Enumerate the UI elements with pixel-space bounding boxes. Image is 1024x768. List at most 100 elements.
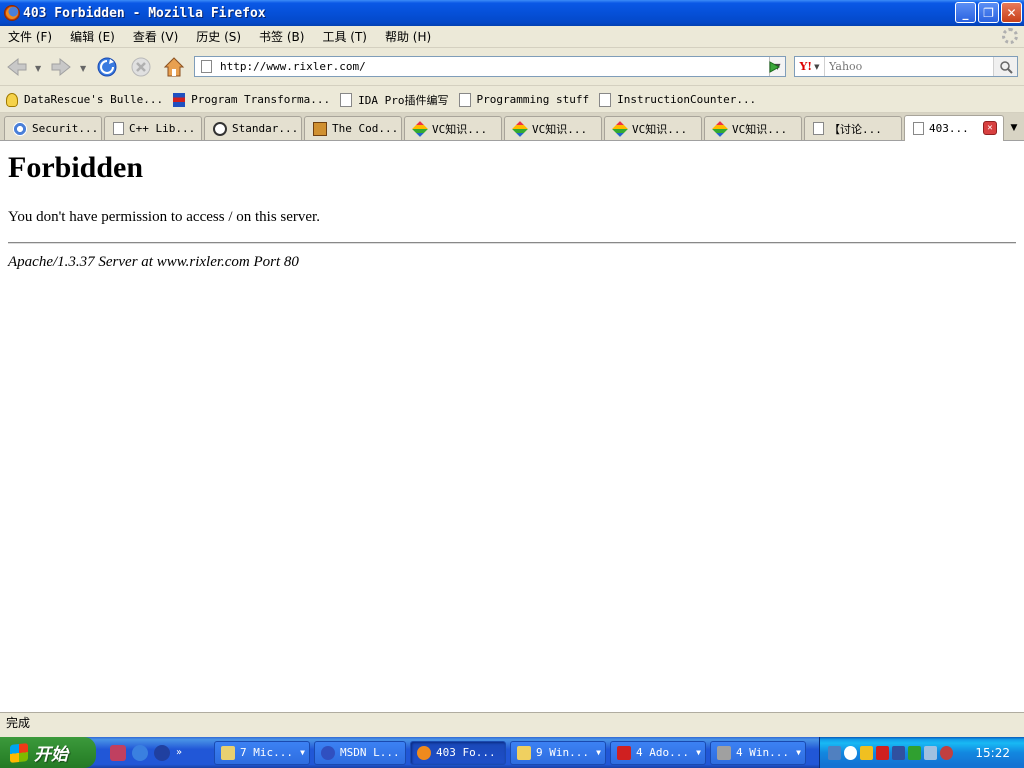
task-label: 4 Win... (736, 746, 789, 759)
tab-vc-4[interactable]: VC知识... (704, 116, 802, 140)
task-label: MSDN L... (340, 746, 400, 759)
restore-icon: ❐ (983, 5, 994, 20)
chevron-down-icon: ▼ (814, 62, 820, 71)
tab-label: The Cod... (332, 122, 399, 135)
task-label: 4 Ado... (636, 746, 689, 759)
antivirus-icon[interactable] (876, 745, 889, 760)
tab-vc-2[interactable]: VC知识... (504, 116, 602, 140)
task-label: 7 Mic... (240, 746, 293, 759)
quick-launch-app-icon[interactable] (110, 744, 126, 761)
restore-button[interactable]: ❐ (978, 2, 999, 23)
tab-403[interactable]: 403... ✕ (904, 115, 1004, 141)
network-icon[interactable] (892, 745, 905, 760)
page-content: Forbidden You don't have permission to a… (0, 141, 1024, 712)
firefox-icon (4, 5, 20, 21)
taskbar-item-firefox[interactable]: 403 Fo... (410, 740, 506, 765)
start-button[interactable]: 开始 (0, 737, 96, 768)
menu-history[interactable]: 历史 (S) (196, 28, 241, 45)
bookmark-item[interactable]: IDA Pro插件编写 (340, 92, 449, 108)
taskbar-item-explorer[interactable]: 9 Win... ▼ (510, 740, 606, 765)
taskbar-item-windows[interactable]: 4 Win... ▼ (710, 740, 806, 765)
tab-label: VC知识... (432, 122, 488, 136)
tab-vc-1[interactable]: VC知识... (404, 116, 502, 140)
menu-view[interactable]: 查看 (V) (133, 28, 178, 45)
bookmark-item[interactable]: Programming stuff (458, 92, 590, 107)
bookmark-item[interactable]: Program Transforma... (173, 92, 331, 107)
tab-discussion[interactable]: 【讨论... (804, 116, 902, 140)
bookmark-item[interactable]: DataRescue's Bulle... (6, 92, 164, 107)
grid-icon[interactable] (924, 745, 937, 760)
bookmark-label: IDA Pro插件编写 (358, 93, 449, 107)
tab-cpp-lib[interactable]: C++ Lib... (104, 116, 202, 140)
url-bar[interactable]: http://www.rixler.com/ ▼ (194, 56, 786, 77)
back-arrow-icon (7, 57, 27, 77)
menu-bookmarks[interactable]: 书签 (B) (259, 28, 304, 45)
keyboard-icon[interactable] (828, 745, 841, 760)
bookmark-label: Program Transforma... (191, 93, 331, 106)
tab-vc-3[interactable]: VC知识... (604, 116, 702, 140)
menu-bar: 文件 (F) 编辑 (E) 查看 (V) 历史 (S) 书签 (B) 工具 (T… (0, 26, 1024, 48)
tab-label: Securit... (32, 122, 99, 135)
tab-list-button[interactable]: ▼ (1006, 118, 1022, 138)
minimize-button[interactable]: _ (955, 2, 976, 23)
windows-logo-icon (10, 742, 28, 763)
chevron-down-icon: ▼ (796, 748, 801, 757)
volume-icon[interactable] (940, 745, 953, 760)
search-input[interactable] (825, 57, 993, 76)
diamond-icon (512, 120, 528, 137)
forward-button[interactable] (48, 54, 74, 80)
app-tray-icon[interactable] (908, 745, 921, 760)
home-icon (163, 57, 185, 77)
tab-the-code[interactable]: The Cod... (304, 116, 402, 140)
back-dropdown-icon[interactable]: ▼ (35, 64, 41, 73)
stop-button[interactable] (128, 54, 154, 80)
tray-collapse-icon[interactable] (844, 745, 857, 760)
magnifier-icon (999, 60, 1013, 74)
menu-tools[interactable]: 工具 (T) (322, 28, 367, 45)
folder-icon (517, 745, 531, 760)
tab-security[interactable]: Securit... (4, 116, 102, 140)
taskbar-item-msdn[interactable]: MSDN L... (314, 740, 406, 765)
back-button[interactable] (4, 54, 30, 80)
bookmark-label: DataRescue's Bulle... (24, 93, 164, 106)
menu-file[interactable]: 文件 (F) (8, 28, 52, 45)
page-icon (113, 122, 124, 135)
tab-close-button[interactable]: ✕ (983, 121, 997, 135)
search-bar: Y! ▼ (794, 56, 1018, 77)
go-arrow-icon (769, 61, 781, 73)
page-icon (913, 122, 924, 135)
title-bar[interactable]: 403 Forbidden - Mozilla Firefox _ ❐ ✕ (0, 0, 1024, 26)
msn-icon[interactable] (154, 744, 170, 761)
tab-label: VC知识... (632, 122, 688, 136)
error-message: You don't have permission to access / on… (8, 209, 320, 225)
tab-bar: Securit... C++ Lib... Standar... The Cod… (0, 113, 1024, 141)
go-button[interactable] (764, 58, 784, 76)
taskbar: 开始 » 7 Mic... ▼ MSDN L... 403 Fo... 9 Win… (0, 737, 1024, 768)
taskbar-item-adobe[interactable]: 4 Ado... ▼ (610, 740, 706, 765)
adobe-icon (617, 745, 631, 760)
close-button[interactable]: ✕ (1001, 2, 1022, 23)
tab-label: 【讨论... (829, 122, 882, 136)
start-label: 开始 (34, 745, 68, 765)
tab-standard[interactable]: Standar... (204, 116, 302, 140)
menu-edit[interactable]: 编辑 (E) (70, 28, 115, 45)
page-icon (340, 92, 353, 107)
tab-label: Standar... (232, 122, 299, 135)
task-label: 403 Fo... (436, 746, 496, 759)
shield-icon[interactable] (860, 745, 873, 760)
bookmark-item[interactable]: InstructionCounter... (599, 92, 756, 107)
quick-launch-more-icon[interactable]: » (176, 747, 182, 758)
home-button[interactable] (161, 54, 187, 80)
search-button[interactable] (993, 57, 1017, 76)
tab-label: VC知识... (532, 122, 588, 136)
search-engine-selector[interactable]: Y! ▼ (795, 57, 825, 76)
window-controls: _ ❐ ✕ (955, 2, 1022, 23)
forward-dropdown-icon[interactable]: ▼ (80, 64, 86, 73)
reload-button[interactable] (94, 54, 120, 80)
url-text[interactable]: http://www.rixler.com/ (220, 60, 769, 73)
menu-help[interactable]: 帮助 (H) (385, 28, 431, 45)
clock[interactable]: 15:22 (975, 746, 1010, 760)
ie-icon[interactable] (132, 744, 148, 761)
bookmark-label: Programming stuff (476, 93, 590, 106)
taskbar-item-mic[interactable]: 7 Mic... ▼ (214, 740, 310, 765)
